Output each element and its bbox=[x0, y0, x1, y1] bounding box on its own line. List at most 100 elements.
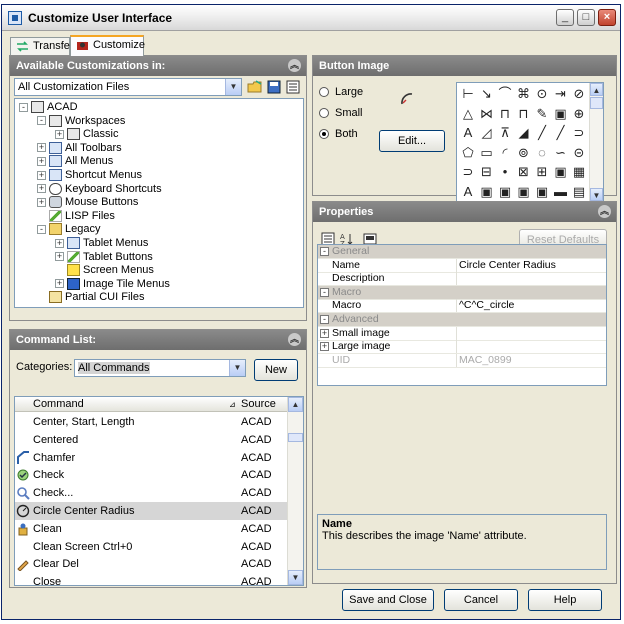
table-row[interactable]: Close ACAD bbox=[15, 573, 289, 585]
minimize-button[interactable]: _ bbox=[556, 9, 574, 26]
chevron-down-icon[interactable]: ▼ bbox=[225, 79, 241, 95]
property-row[interactable]: + Small image bbox=[318, 326, 606, 341]
expand-toggle-icon[interactable]: + bbox=[55, 252, 64, 262]
button-image-option-icon[interactable]: ▣ bbox=[533, 183, 551, 201]
table-row[interactable]: Check... ACAD bbox=[15, 484, 289, 502]
expand-toggle-icon[interactable]: + bbox=[37, 143, 46, 153]
button-image-option-icon[interactable]: ⬠ bbox=[459, 144, 477, 162]
tree-item[interactable]: + All Menus bbox=[37, 155, 113, 168]
button-image-option-icon[interactable]: ▣ bbox=[552, 105, 570, 123]
expand-toggle-icon[interactable]: + bbox=[55, 129, 64, 139]
button-image-option-icon[interactable]: ⋈ bbox=[478, 105, 496, 123]
property-value[interactable] bbox=[456, 272, 604, 286]
save-and-close-button[interactable]: Save and Close bbox=[342, 589, 434, 611]
button-image-option-icon[interactable]: ⊝ bbox=[570, 144, 588, 162]
chevron-down-icon[interactable]: ▼ bbox=[229, 360, 245, 376]
property-row[interactable]: UID MAC_0899 bbox=[318, 353, 606, 368]
tree-item[interactable]: Partial CUI Files bbox=[37, 291, 144, 304]
scroll-thumb[interactable] bbox=[288, 433, 303, 442]
collapse-icon[interactable]: ︽ bbox=[288, 59, 301, 72]
table-row[interactable]: Clear Del ACAD bbox=[15, 555, 289, 573]
button-image-option-icon[interactable]: ▬ bbox=[552, 183, 570, 201]
collapse-icon[interactable]: ︽ bbox=[598, 205, 611, 218]
scroll-thumb[interactable] bbox=[590, 97, 603, 109]
radio-large[interactable]: Large bbox=[319, 86, 363, 98]
radio-small[interactable]: Small bbox=[319, 107, 363, 119]
button-image-option-icon[interactable]: ⊢ bbox=[459, 85, 477, 103]
tree-item[interactable]: - Workspaces bbox=[37, 115, 125, 128]
property-value[interactable]: MAC_0899 bbox=[456, 353, 604, 367]
collapse-toggle-icon[interactable]: - bbox=[37, 224, 46, 234]
tree-item[interactable]: LISP Files bbox=[37, 210, 115, 223]
button-image-option-icon[interactable]: ◿ bbox=[478, 124, 496, 142]
column-command[interactable]: Command bbox=[33, 398, 84, 410]
button-image-option-icon[interactable]: ▣ bbox=[478, 183, 496, 201]
table-row[interactable]: Clean ACAD bbox=[15, 520, 289, 538]
button-image-option-icon[interactable]: ⌒ bbox=[496, 85, 514, 103]
property-category[interactable]: - General bbox=[318, 245, 606, 259]
edit-image-button[interactable]: Edit... bbox=[379, 130, 445, 152]
tree-item[interactable]: - Legacy bbox=[37, 223, 100, 236]
button-image-option-icon[interactable]: ⊚ bbox=[515, 144, 533, 162]
expand-toggle-icon[interactable]: + bbox=[320, 342, 329, 352]
button-image-option-icon[interactable]: ▣ bbox=[552, 163, 570, 181]
expand-toggle-icon[interactable]: + bbox=[37, 197, 46, 207]
tree-item[interactable]: + Tablet Menus bbox=[55, 237, 148, 250]
property-row[interactable]: + Large image bbox=[318, 340, 606, 355]
tree-item[interactable]: + Classic bbox=[55, 128, 118, 141]
button-image-option-icon[interactable]: ⊓ bbox=[515, 105, 533, 123]
property-row[interactable]: Name Circle Center Radius bbox=[318, 258, 606, 273]
button-image-option-icon[interactable]: ✎ bbox=[533, 105, 551, 123]
button-image-grid[interactable]: ⊢ ↘ ⌒ ⌘ ⊙ ⇥ ⊘ △ ⋈ ⊓ ⊓ ✎ ▣ ⊕ A ◿ ⊼ ◢ ╱ ╱ ⊃ ⬠ ▭ ◜ ⊚ ◌ ∽ ⊝ ⊃ ⊟ • ⊠ ⊞ ▣ ▦ A ▣ ▣ ▣ ▣… bbox=[456, 82, 604, 202]
button-image-option-icon[interactable]: ⊠ bbox=[515, 163, 533, 181]
tree-item[interactable]: Screen Menus bbox=[55, 264, 154, 277]
tab-customize[interactable]: Customize bbox=[70, 35, 145, 56]
expand-toggle-icon[interactable]: + bbox=[55, 279, 64, 289]
button-image-option-icon[interactable]: ↘ bbox=[478, 85, 496, 103]
collapse-toggle-icon[interactable]: - bbox=[37, 116, 46, 126]
list-view-icon[interactable] bbox=[285, 79, 301, 95]
scroll-up-icon[interactable]: ▲ bbox=[590, 83, 603, 96]
maximize-button[interactable]: □ bbox=[577, 9, 595, 26]
vertical-scrollbar[interactable]: ▲ ▼ bbox=[287, 397, 303, 585]
categories-select[interactable]: All Commands ▼ bbox=[74, 359, 246, 377]
table-row[interactable]: Clean Screen Ctrl+0 ACAD bbox=[15, 538, 289, 556]
button-image-option-icon[interactable]: ⇥ bbox=[552, 85, 570, 103]
button-image-option-icon[interactable]: A bbox=[459, 183, 477, 201]
button-image-option-icon[interactable]: ⊼ bbox=[496, 124, 514, 142]
button-image-option-icon[interactable]: ◢ bbox=[515, 124, 533, 142]
button-image-option-icon[interactable]: ◌ bbox=[533, 144, 551, 162]
radio-both[interactable]: Both bbox=[319, 128, 358, 140]
button-image-option-icon[interactable]: ⊟ bbox=[478, 163, 496, 181]
collapse-toggle-icon[interactable]: - bbox=[19, 102, 28, 112]
customizations-tree[interactable]: - ACAD - Workspaces + Classic + All Toolbars + Al… bbox=[14, 98, 304, 308]
expand-toggle-icon[interactable]: + bbox=[37, 156, 46, 166]
button-image-option-icon[interactable]: ▣ bbox=[496, 183, 514, 201]
button-image-option-icon[interactable]: ◜ bbox=[496, 144, 514, 162]
table-row[interactable]: Center, Start, Length ACAD bbox=[15, 413, 289, 431]
button-image-option-icon[interactable]: ▤ bbox=[570, 183, 588, 201]
button-image-option-icon[interactable]: ▭ bbox=[478, 144, 496, 162]
close-button[interactable]: × bbox=[598, 9, 616, 26]
scroll-down-icon[interactable]: ▼ bbox=[590, 188, 603, 201]
button-image-option-icon[interactable]: ⊓ bbox=[496, 105, 514, 123]
button-image-option-icon[interactable]: △ bbox=[459, 105, 477, 123]
table-row[interactable]: Circle Center Radius ACAD bbox=[15, 502, 289, 520]
property-value[interactable]: Circle Center Radius bbox=[456, 258, 604, 272]
property-category[interactable]: - Macro bbox=[318, 285, 606, 300]
button-image-option-icon[interactable]: ▦ bbox=[570, 163, 588, 181]
column-source[interactable]: Source bbox=[241, 398, 276, 410]
tree-item[interactable]: + All Toolbars bbox=[37, 142, 122, 155]
property-category[interactable]: - Advanced bbox=[318, 313, 606, 327]
table-row[interactable]: Chamfer ACAD bbox=[15, 449, 289, 467]
button-image-option-icon[interactable]: ╱ bbox=[533, 124, 551, 142]
tree-item[interactable]: + Shortcut Menus bbox=[37, 169, 142, 182]
button-image-option-icon[interactable]: ⊙ bbox=[533, 85, 551, 103]
open-folder-icon[interactable] bbox=[247, 79, 263, 95]
title-bar[interactable]: Customize User Interface _ □ × bbox=[2, 5, 620, 31]
expand-toggle-icon[interactable]: + bbox=[37, 184, 46, 194]
properties-grid[interactable]: - General Name Circle Center Radius Descript… bbox=[317, 244, 607, 386]
grid-scrollbar[interactable]: ▲ ▼ bbox=[589, 83, 603, 201]
help-button[interactable]: Help bbox=[528, 589, 602, 611]
button-image-option-icon[interactable]: ▣ bbox=[515, 183, 533, 201]
